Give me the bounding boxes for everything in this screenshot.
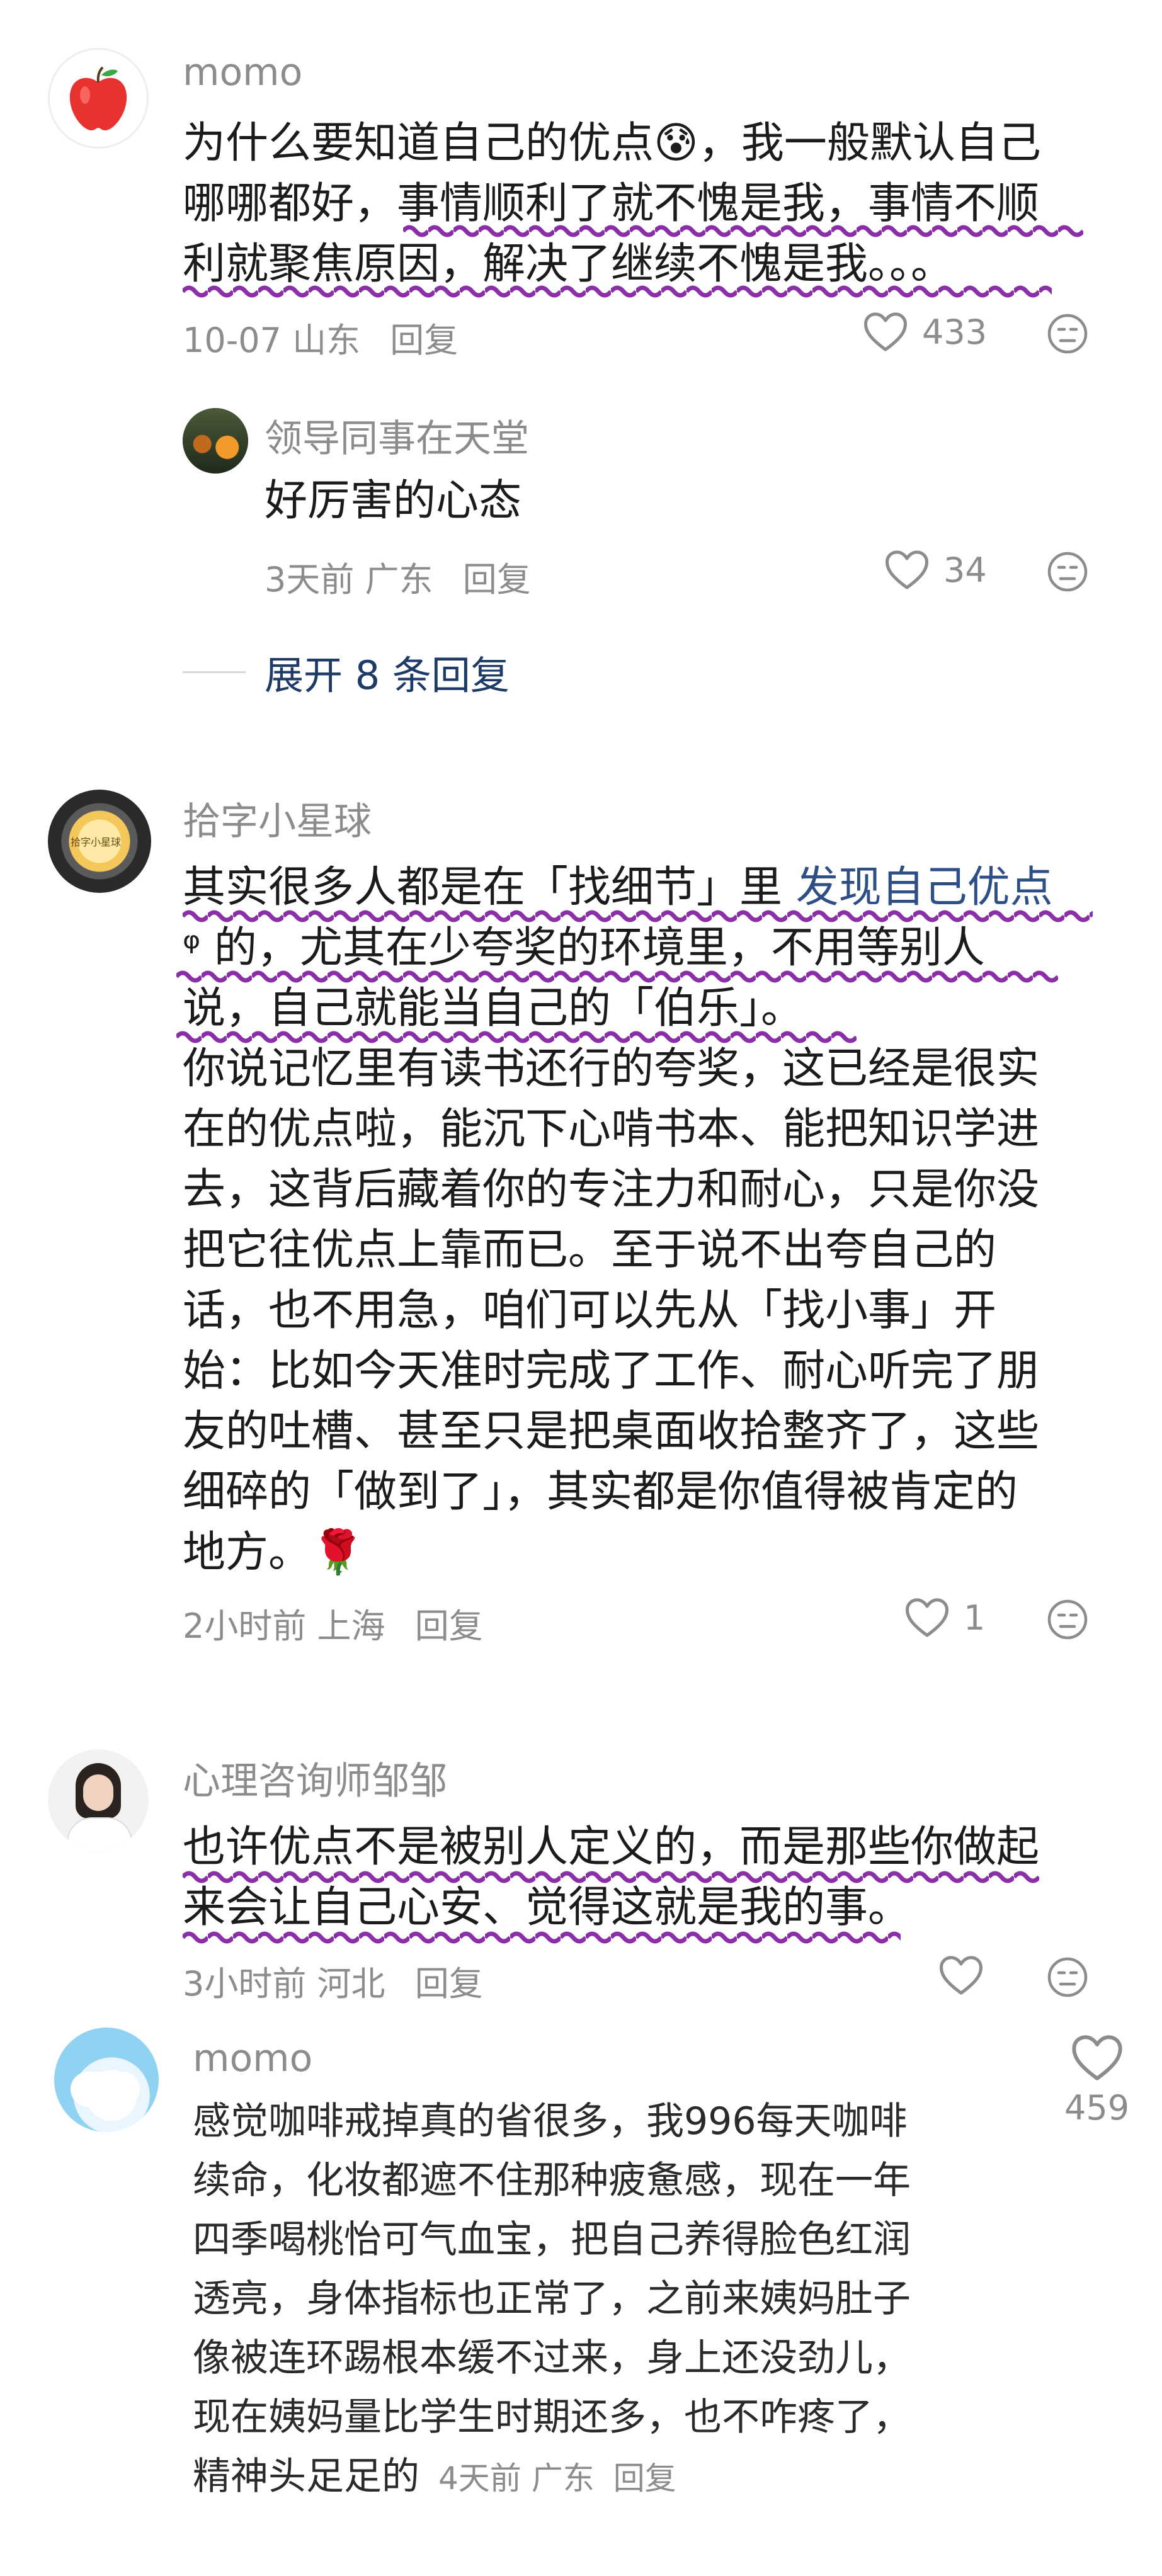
avatar[interactable] [54, 2028, 159, 2132]
avatar[interactable] [48, 48, 149, 149]
reply-button[interactable]: 回复 [415, 1606, 483, 1646]
dislike-icon[interactable] [1047, 1956, 1088, 1998]
like-button[interactable]: 1 [904, 1597, 985, 1638]
username[interactable]: momo [193, 2036, 312, 2080]
wavy-underline [176, 967, 1058, 986]
avatar-label: 拾字小星球 [71, 836, 122, 848]
wavy-underline [176, 1028, 857, 1047]
heart-icon [1071, 2034, 1124, 2082]
comment-meta: 4天前 广东 回复 [438, 2460, 676, 2497]
comment-location: 山东 [292, 321, 361, 360]
like-button[interactable] [938, 1955, 984, 1996]
comment-text: 其实很多人都是在「找细节」里 发现自己优点 ᵠ 的，尤其在少夸奖的环境里，不用等… [183, 863, 1053, 1577]
comment-date: 3小时前 [183, 1964, 307, 2004]
reply-button[interactable]: 回复 [415, 1964, 483, 2004]
heart-icon [904, 1597, 950, 1638]
comment-location: 河北 [317, 1964, 385, 2004]
comment-date: 2小时前 [183, 1606, 307, 1646]
username[interactable]: 拾字小星球 [183, 791, 372, 846]
reply-button[interactable]: 回复 [463, 560, 531, 599]
like-button[interactable]: 433 [863, 311, 987, 353]
like-count: 433 [922, 312, 988, 352]
expand-replies-label: 展开 8 条回复 [265, 652, 510, 698]
avatar[interactable]: 拾字小星球 [48, 790, 151, 893]
divider [183, 671, 246, 673]
username[interactable]: momo [183, 50, 302, 94]
heart-icon [884, 549, 930, 591]
wavy-underline [183, 907, 1093, 926]
comment-meta: 3天前 广东 回复 [265, 552, 531, 601]
dislike-icon[interactable] [1047, 551, 1088, 593]
wavy-underline [403, 222, 1083, 241]
reply-button[interactable]: 回复 [390, 321, 458, 360]
comment-meta: 3小时前 河北 回复 [183, 1956, 483, 2006]
dislike-icon[interactable] [1047, 313, 1088, 355]
expand-replies-button[interactable]: 展开 8 条回复 [183, 644, 510, 700]
wavy-underline [183, 1928, 901, 1947]
comment-meta: 2小时前 上海 回复 [183, 1598, 483, 1648]
comment-date: 4天前 [438, 2460, 521, 2497]
like-count: 34 [943, 550, 987, 590]
apple-icon [69, 66, 127, 130]
avatar[interactable] [183, 408, 248, 474]
like-button[interactable]: 34 [884, 549, 987, 591]
like-count: 1 [964, 1597, 986, 1638]
comment-text: 好厉害的心态 [265, 476, 522, 526]
search-link[interactable]: 发现自己优点 [796, 863, 1053, 912]
wavy-underline [183, 1868, 1039, 1887]
heart-icon [863, 311, 908, 353]
comment-text: 感觉咖啡戒掉真的省很多，我996每天咖啡 续命，化妆都遮不住那种疲惫感，现在一年… [193, 2099, 911, 2499]
avatar-face [83, 1774, 113, 1811]
reply-button[interactable]: 回复 [613, 2460, 676, 2497]
comment-location: 广东 [531, 2460, 595, 2497]
comment-date: 10-07 [183, 321, 282, 360]
comment-text: 为什么要知道自己的优点😰，我一般默认自己 哪哪都好，事情顺利了就不愧是我，事情不… [183, 118, 1041, 289]
avatar-image [183, 408, 248, 474]
username[interactable]: 领导同事在天堂 [265, 408, 529, 463]
heart-icon [938, 1955, 984, 1996]
comment-meta: 10-07 山东 回复 [183, 312, 458, 362]
wavy-underline [183, 282, 1052, 301]
like-button[interactable]: 459 [1064, 2034, 1129, 2128]
comment-location: 上海 [317, 1606, 385, 1646]
avatar-body [67, 1817, 132, 1850]
comment-date: 3天前 [265, 560, 355, 599]
username[interactable]: 心理咨询师邹邹 [183, 1750, 447, 1805]
cloud-icon [71, 2072, 140, 2107]
like-count: 459 [1064, 2088, 1130, 2128]
dislike-icon[interactable] [1047, 1599, 1088, 1640]
comment-location: 广东 [365, 560, 433, 599]
avatar[interactable] [48, 1749, 149, 1850]
